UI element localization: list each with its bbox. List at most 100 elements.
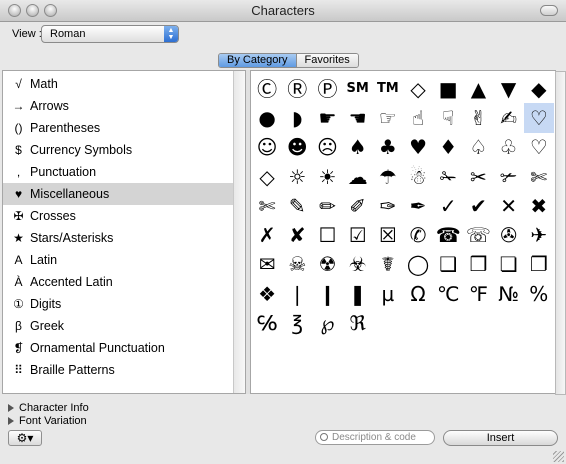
character-cell[interactable]: SM bbox=[343, 74, 373, 103]
character-cell[interactable]: ❚ bbox=[343, 279, 373, 308]
character-cell[interactable]: ☞ bbox=[373, 103, 403, 132]
character-cell[interactable]: ℜ bbox=[343, 308, 373, 337]
character-cell[interactable]: ◇ bbox=[403, 74, 433, 103]
character-cell[interactable]: ✔ bbox=[463, 191, 493, 220]
character-cell[interactable]: ☛ bbox=[312, 103, 342, 132]
font-variation-disclosure[interactable]: Font Variation bbox=[8, 415, 87, 427]
character-cell[interactable]: Ω bbox=[403, 279, 433, 308]
character-cell[interactable]: Ⓒ bbox=[252, 74, 282, 103]
character-cell[interactable]: ✉ bbox=[252, 250, 282, 279]
toolbar-toggle-button[interactable] bbox=[540, 5, 558, 16]
search-input[interactable]: Description & code bbox=[315, 430, 435, 445]
character-cell[interactable]: ✈ bbox=[524, 220, 554, 249]
category-item[interactable]: ♥ Miscellaneous bbox=[3, 183, 233, 205]
character-cell[interactable]: ✃ bbox=[494, 162, 524, 191]
character-cell[interactable]: ☎ bbox=[433, 220, 463, 249]
character-cell[interactable]: ✆ bbox=[403, 220, 433, 249]
character-cell[interactable]: ☠ bbox=[282, 250, 312, 279]
character-cell[interactable]: ☁ bbox=[343, 162, 373, 191]
character-cell[interactable]: ☢ bbox=[312, 250, 342, 279]
character-cell[interactable]: ◆ bbox=[524, 74, 554, 103]
character-cell[interactable]: ✎ bbox=[282, 191, 312, 220]
character-cell[interactable]: ♧ bbox=[494, 133, 524, 162]
character-cell[interactable]: № bbox=[494, 279, 524, 308]
character-cell[interactable]: TM bbox=[373, 74, 403, 103]
character-info-disclosure[interactable]: Character Info bbox=[8, 402, 89, 414]
character-cell[interactable]: ❏ bbox=[494, 250, 524, 279]
character-cell[interactable]: ● bbox=[252, 103, 282, 132]
character-cell[interactable]: ℘ bbox=[312, 308, 342, 337]
character-cell[interactable]: ☺ bbox=[252, 133, 282, 162]
category-item[interactable]: , Punctuation bbox=[3, 161, 233, 183]
character-cell[interactable]: Ⓟ bbox=[312, 74, 342, 103]
character-cell[interactable]: ✄ bbox=[524, 162, 554, 191]
character-cell[interactable]: ☀ bbox=[312, 162, 342, 191]
category-item[interactable]: () Parentheses bbox=[3, 117, 233, 139]
category-item[interactable]: ★ Stars/Asterisks bbox=[3, 227, 233, 249]
character-cell[interactable]: ♠ bbox=[343, 133, 373, 162]
category-item[interactable]: $ Currency Symbols bbox=[3, 139, 233, 161]
character-cell[interactable]: % bbox=[524, 279, 554, 308]
character-cell[interactable]: ✏ bbox=[312, 191, 342, 220]
character-cell[interactable]: ♡ bbox=[524, 133, 554, 162]
character-cell[interactable]: ✓ bbox=[433, 191, 463, 220]
character-cell[interactable]: ♣ bbox=[373, 133, 403, 162]
character-cell[interactable]: µ bbox=[373, 279, 403, 308]
character-cell[interactable]: ☐ bbox=[312, 220, 342, 249]
character-cell[interactable]: ✌ bbox=[463, 103, 493, 132]
character-cell[interactable]: ♤ bbox=[463, 133, 493, 162]
character-cell[interactable]: ✁ bbox=[433, 162, 463, 191]
character-cell[interactable]: ✑ bbox=[373, 191, 403, 220]
character-cell[interactable]: ▼ bbox=[494, 74, 524, 103]
character-cell[interactable]: ❖ bbox=[252, 279, 282, 308]
character-cell[interactable]: ♥ bbox=[403, 133, 433, 162]
tab-by-category[interactable]: By Category bbox=[219, 54, 296, 67]
gear-action-button[interactable]: ⚙▾ bbox=[8, 430, 42, 446]
view-select[interactable]: Roman ▲ ▼ bbox=[41, 25, 179, 43]
character-cell[interactable]: ☒ bbox=[373, 220, 403, 249]
character-cell[interactable]: ✍ bbox=[494, 103, 524, 132]
insert-button[interactable]: Insert bbox=[443, 430, 558, 446]
character-cell[interactable]: ■ bbox=[433, 74, 463, 103]
character-cell[interactable]: ▲ bbox=[463, 74, 493, 103]
character-cell[interactable]: ℅ bbox=[252, 308, 282, 337]
character-cell[interactable]: ☑ bbox=[343, 220, 373, 249]
character-grid-scrollbar[interactable] bbox=[555, 71, 566, 395]
character-cell[interactable]: ✇ bbox=[494, 220, 524, 249]
character-cell[interactable]: ☻ bbox=[282, 133, 312, 162]
category-item[interactable]: ✠ Crosses bbox=[3, 205, 233, 227]
character-cell[interactable]: ☣ bbox=[343, 250, 373, 279]
character-cell[interactable]: ❙ bbox=[312, 279, 342, 308]
resize-grip-icon[interactable] bbox=[553, 451, 564, 462]
character-cell[interactable]: ☟ bbox=[433, 103, 463, 132]
character-cell[interactable]: ✘ bbox=[282, 220, 312, 249]
character-cell[interactable]: ✂ bbox=[463, 162, 493, 191]
character-cell[interactable]: ❒ bbox=[463, 250, 493, 279]
character-cell[interactable]: ☤ bbox=[373, 250, 403, 279]
category-item[interactable]: ⠿ Braille Patterns bbox=[3, 359, 233, 381]
character-cell[interactable]: ☹ bbox=[312, 133, 342, 162]
character-cell[interactable]: ℉ bbox=[463, 279, 493, 308]
character-cell[interactable]: ☏ bbox=[463, 220, 493, 249]
character-cell[interactable]: ☃ bbox=[403, 162, 433, 191]
character-cell[interactable]: ℥ bbox=[282, 308, 312, 337]
category-item[interactable]: ❡ Ornamental Punctuation bbox=[3, 337, 233, 359]
character-cell[interactable]: ☚ bbox=[343, 103, 373, 132]
character-cell[interactable]: ❐ bbox=[524, 250, 554, 279]
character-cell[interactable]: ☼ bbox=[282, 162, 312, 191]
category-item[interactable]: β Greek bbox=[3, 315, 233, 337]
character-cell[interactable]: ❘ bbox=[282, 279, 312, 308]
category-list-scrollbar[interactable] bbox=[233, 71, 245, 393]
character-cell[interactable]: ❑ bbox=[433, 250, 463, 279]
character-cell[interactable]: ✐ bbox=[343, 191, 373, 220]
character-cell[interactable]: ◗ bbox=[282, 103, 312, 132]
character-cell[interactable]: ✒ bbox=[403, 191, 433, 220]
category-item[interactable]: A Latin bbox=[3, 249, 233, 271]
character-cell[interactable]: ✗ bbox=[252, 220, 282, 249]
character-cell[interactable]: ✖ bbox=[524, 191, 554, 220]
character-cell[interactable]: ✕ bbox=[494, 191, 524, 220]
character-cell[interactable]: ✄ bbox=[252, 191, 282, 220]
character-cell[interactable]: ℃ bbox=[433, 279, 463, 308]
character-cell[interactable]: ◯ bbox=[403, 250, 433, 279]
character-cell[interactable]: ♡ bbox=[523, 103, 554, 133]
